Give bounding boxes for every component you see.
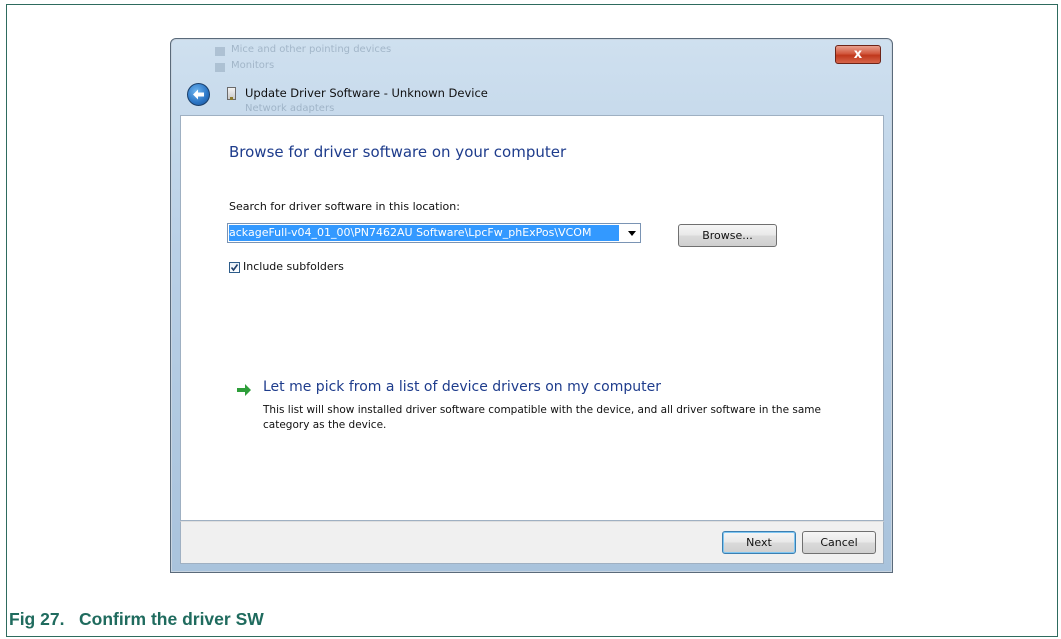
browse-button[interactable]: Browse... — [678, 224, 777, 247]
chevron-down-icon[interactable] — [628, 231, 636, 236]
background-device-icon — [215, 63, 225, 72]
path-combobox[interactable]: ackageFull-v04_01_00\PN7462AU Software\L… — [227, 223, 641, 243]
dialog-footer: Next Cancel — [180, 521, 884, 564]
search-location-label: Search for driver software in this locat… — [229, 200, 460, 213]
cancel-button[interactable]: Cancel — [802, 531, 876, 554]
green-arrow-icon — [237, 384, 251, 396]
close-button[interactable]: x — [835, 45, 881, 64]
background-device-item: Network adapters — [245, 103, 335, 114]
page-heading: Browse for driver software on your compu… — [229, 143, 567, 161]
dialog-content: Browse for driver software on your compu… — [180, 115, 884, 521]
browse-label: Browse... — [702, 229, 753, 242]
figure-caption: Fig 27. Confirm the driver SW — [9, 609, 264, 629]
background-device-icon — [215, 47, 225, 56]
next-button[interactable]: Next — [722, 531, 796, 554]
pick-from-list-link[interactable]: Let me pick from a list of device driver… — [263, 379, 661, 395]
dialog-title: Update Driver Software - Unknown Device — [245, 86, 488, 100]
checkmark-icon — [230, 264, 239, 272]
back-button[interactable] — [187, 83, 210, 106]
background-device-item: Mice and other pointing devices — [231, 44, 392, 55]
include-subfolders-label[interactable]: Include subfolders — [243, 260, 344, 273]
close-icon: x — [853, 47, 863, 62]
update-driver-dialog: Mice and other pointing devices Monitors… — [170, 38, 893, 573]
path-input[interactable]: ackageFull-v04_01_00\PN7462AU Software\L… — [229, 225, 619, 241]
back-arrow-icon — [193, 89, 204, 100]
background-device-item: Monitors — [231, 60, 275, 71]
device-icon — [227, 87, 236, 100]
cancel-label: Cancel — [820, 536, 858, 549]
next-label: Next — [746, 536, 772, 549]
include-subfolders-checkbox[interactable] — [229, 262, 240, 273]
pick-from-list-description: This list will show installed driver sof… — [263, 404, 821, 431]
